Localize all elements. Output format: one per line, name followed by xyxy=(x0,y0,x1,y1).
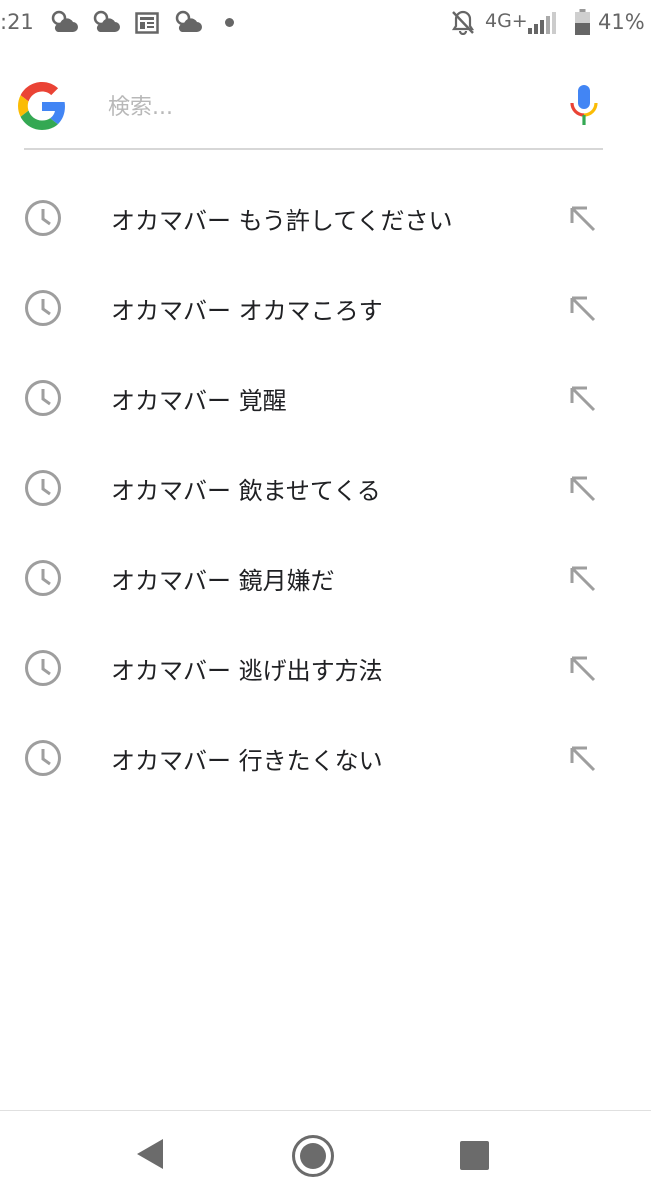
weather-cloud-icon xyxy=(93,10,120,32)
suggestion-item[interactable]: オカマバー 逃げ出す方法 xyxy=(0,623,651,713)
suggestion-text: オカマバー もう許してください xyxy=(111,207,453,235)
suggestion-text: オカマバー 覚醒 xyxy=(111,387,287,415)
suggestion-text: オカマバー 逃げ出す方法 xyxy=(111,657,383,685)
suggestion-text: オカマバー 鏡月嫌だ xyxy=(111,567,335,595)
arrow-up-left-icon[interactable] xyxy=(568,474,598,504)
status-time: :21 xyxy=(0,10,34,34)
search-divider xyxy=(24,148,603,150)
suggestion-item[interactable]: オカマバー もう許してください xyxy=(0,173,651,263)
history-icon xyxy=(25,740,61,776)
suggestion-item[interactable]: オカマバー 覚醒 xyxy=(0,353,651,443)
signal-icon xyxy=(528,12,556,34)
battery-icon xyxy=(575,9,590,35)
microphone-icon[interactable] xyxy=(568,83,600,127)
alarm-off-icon xyxy=(451,10,475,35)
search-input[interactable] xyxy=(108,90,528,124)
suggestion-item[interactable]: オカマバー 飲ませてくる xyxy=(0,443,651,533)
history-icon xyxy=(25,470,61,506)
history-icon xyxy=(25,380,61,416)
status-bar: :21 4G+ 41% xyxy=(0,0,651,46)
arrow-up-left-icon[interactable] xyxy=(568,744,598,774)
suggestion-text: オカマバー オカマころす xyxy=(111,297,383,325)
arrow-up-left-icon[interactable] xyxy=(568,384,598,414)
arrow-up-left-icon[interactable] xyxy=(568,654,598,684)
search-bar xyxy=(0,70,651,150)
suggestion-text: オカマバー 飲ませてくる xyxy=(111,477,381,505)
arrow-up-left-icon[interactable] xyxy=(568,294,598,324)
navigation-bar xyxy=(0,1110,651,1200)
home-icon[interactable] xyxy=(291,1134,335,1178)
history-icon xyxy=(25,290,61,326)
news-icon xyxy=(135,12,159,34)
suggestion-text: オカマバー 行きたくない xyxy=(111,747,383,775)
history-icon xyxy=(25,650,61,686)
back-icon[interactable] xyxy=(135,1137,165,1171)
history-icon xyxy=(25,200,61,236)
battery-percent: 41% xyxy=(598,10,645,34)
weather-cloud-icon xyxy=(175,10,202,32)
suggestion-list: オカマバー もう許してください オカマバー オカマころす オカマバー 覚醒 オカ… xyxy=(0,173,651,803)
history-icon xyxy=(25,560,61,596)
screen: :21 4G+ 41% 検索... オカマバー もう許してください オカマバー … xyxy=(0,0,651,1200)
suggestion-item[interactable]: オカマバー 鏡月嫌だ xyxy=(0,533,651,623)
google-g-icon[interactable] xyxy=(18,82,66,130)
network-type: 4G+ xyxy=(485,10,528,32)
dot-icon xyxy=(225,18,234,27)
recents-icon[interactable] xyxy=(460,1141,489,1170)
suggestion-item[interactable]: オカマバー オカマころす xyxy=(0,263,651,353)
weather-cloud-icon xyxy=(51,10,78,32)
suggestion-item[interactable]: オカマバー 行きたくない xyxy=(0,713,651,803)
arrow-up-left-icon[interactable] xyxy=(568,564,598,594)
arrow-up-left-icon[interactable] xyxy=(568,204,598,234)
